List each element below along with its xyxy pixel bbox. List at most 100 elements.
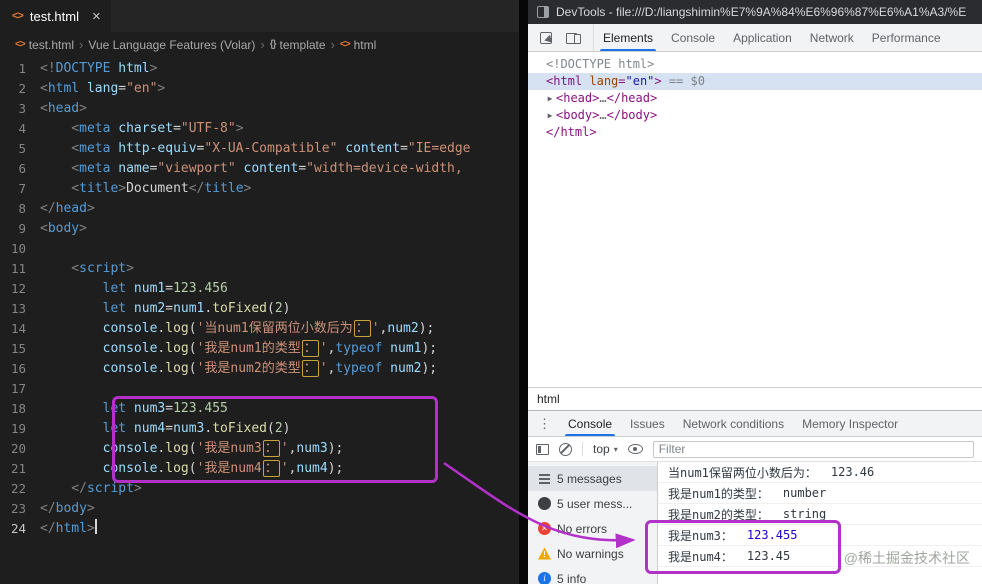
- line-number[interactable]: 20: [0, 439, 40, 459]
- code-line-11[interactable]: 11 <script>: [0, 259, 528, 279]
- inspect-element-icon[interactable]: [540, 31, 552, 44]
- javascript-context-select[interactable]: top ▾: [593, 442, 618, 456]
- element-row[interactable]: ▶ < body >… </body >: [528, 107, 982, 124]
- device-toolbar-icon[interactable]: [566, 32, 581, 44]
- devtools-title-bar[interactable]: DevTools - file:///D:/liangshimin%E7%9A%…: [528, 0, 982, 24]
- breadcrumb-item-test-html[interactable]: <> test.html: [15, 38, 74, 52]
- code-line-15[interactable]: 15 console.log('我是num1的类型： ',typeof num1)…: [0, 339, 528, 359]
- elements-tree: ▶<!DOCTYPE html>▶<html lang="en"> == $0▶…: [528, 56, 982, 141]
- console-filter-5-user-mess[interactable]: 5 user mess...: [528, 491, 657, 516]
- element-row[interactable]: ▶<html lang="en"> == $0: [528, 73, 982, 90]
- tab-issues[interactable]: Issues: [621, 411, 674, 436]
- tab-performance[interactable]: Performance: [863, 24, 950, 51]
- code-line-3[interactable]: 3 <head>: [0, 99, 528, 119]
- console-filter-no-warnings[interactable]: No warnings: [528, 541, 657, 566]
- code-line-4[interactable]: 4 <meta charset="UTF-8">: [0, 119, 528, 139]
- code-line-17[interactable]: 17: [0, 379, 528, 399]
- code-area[interactable]: 1 <!DOCTYPE html> 2 <html lang="en"> 3 <head>…: [0, 57, 528, 539]
- line-number[interactable]: 14: [0, 319, 40, 339]
- code-line-23[interactable]: 23 </body>: [0, 499, 528, 519]
- console-filter-5-messages[interactable]: 5 messages: [528, 466, 657, 491]
- line-number[interactable]: 5: [0, 139, 40, 159]
- line-number[interactable]: 18: [0, 399, 40, 419]
- line-number[interactable]: 7: [0, 179, 40, 199]
- tab-application[interactable]: Application: [724, 24, 801, 51]
- editor-tab-test-html[interactable]: <> test.html ×: [0, 0, 111, 32]
- console-body: 5 messages5 user mess...No errorsNo warn…: [528, 462, 982, 584]
- code-line-22[interactable]: 22 </script>: [0, 479, 528, 499]
- line-number[interactable]: 15: [0, 339, 40, 359]
- line-number[interactable]: 13: [0, 299, 40, 319]
- tab-elements[interactable]: Elements: [594, 24, 662, 51]
- tab-network[interactable]: Network: [801, 24, 863, 51]
- console-message[interactable]: 我是num1的类型： number: [658, 483, 982, 504]
- code-line-20[interactable]: 20 console.log('我是num3： ',num3);: [0, 439, 528, 459]
- line-number[interactable]: 23: [0, 499, 40, 519]
- code-line-18[interactable]: 18 let num3=123.455: [0, 399, 528, 419]
- line-number[interactable]: 19: [0, 419, 40, 439]
- line-number[interactable]: 22: [0, 479, 40, 499]
- more-options-icon[interactable]: ⋮: [528, 411, 559, 436]
- code-line-12[interactable]: 12 let num1=123.456: [0, 279, 528, 299]
- line-number[interactable]: 8: [0, 199, 40, 219]
- line-number[interactable]: 9: [0, 219, 40, 239]
- console-sidebar-toggle-icon[interactable]: [536, 443, 549, 455]
- chevron-down-icon: ▾: [613, 444, 618, 454]
- tab-memory-inspector[interactable]: Memory Inspector: [793, 411, 907, 436]
- line-number[interactable]: 2: [0, 79, 40, 99]
- code-line-1[interactable]: 1 <!DOCTYPE html>: [0, 59, 528, 79]
- code-line-16[interactable]: 16 console.log('我是num2的类型： ',typeof num2)…: [0, 359, 528, 379]
- code-line-21[interactable]: 21 console.log('我是num4： ',num4);: [0, 459, 528, 479]
- code-line-5[interactable]: 5 <meta http-equiv="X-UA-Compatible" con…: [0, 139, 528, 159]
- code-line-8[interactable]: 8 </head>: [0, 199, 528, 219]
- console-filter-no-errors[interactable]: No errors: [528, 516, 657, 541]
- console-message[interactable]: 我是num2的类型： string: [658, 504, 982, 525]
- code-line-6[interactable]: 6 <meta name="viewport" content="width=d…: [0, 159, 528, 179]
- clear-console-icon[interactable]: [559, 442, 572, 456]
- code-line-2[interactable]: 2 <html lang="en">: [0, 79, 528, 99]
- line-number[interactable]: 16: [0, 359, 40, 379]
- code-text: let num1=123.456: [102, 281, 228, 296]
- line-number[interactable]: 3: [0, 99, 40, 119]
- code-line-7[interactable]: 7 <title>Document</title>: [0, 179, 528, 199]
- breadcrumb-node-html[interactable]: html: [537, 392, 560, 406]
- line-number[interactable]: 1: [0, 59, 40, 79]
- expand-arrow-icon[interactable]: ▶: [544, 90, 556, 107]
- console-filter-5-info[interactable]: 5 info: [528, 566, 657, 584]
- close-tab-icon[interactable]: ×: [92, 9, 101, 24]
- element-row[interactable]: ▶<!DOCTYPE html>: [528, 56, 982, 73]
- code-line-14[interactable]: 14 console.log('当num1保留两位小数后为： ',num2);: [0, 319, 528, 339]
- line-number[interactable]: 21: [0, 459, 40, 479]
- line-number[interactable]: 4: [0, 119, 40, 139]
- code-line-24[interactable]: 24 </html>: [0, 519, 528, 539]
- html-tag-icon: <>: [339, 39, 351, 50]
- code-line-10[interactable]: 10: [0, 239, 528, 259]
- line-number[interactable]: 10: [0, 239, 40, 259]
- tab-network-conditions[interactable]: Network conditions: [674, 411, 793, 436]
- code-line-9[interactable]: 9 <body>: [0, 219, 528, 239]
- editor-breadcrumb: <> test.html › Vue Language Features (Volar…: [0, 32, 528, 57]
- html-file-icon: <>: [15, 39, 26, 50]
- breadcrumb-item-template[interactable]: {} template: [270, 38, 326, 52]
- tab-console[interactable]: Console: [662, 24, 724, 51]
- breadcrumb-item-vue-language-features-volar[interactable]: Vue Language Features (Volar): [88, 38, 255, 52]
- line-number[interactable]: 24: [0, 519, 40, 539]
- line-number[interactable]: 17: [0, 379, 40, 399]
- tab-console[interactable]: Console: [559, 411, 621, 436]
- breadcrumb-item-html[interactable]: <> html: [340, 38, 376, 52]
- line-number[interactable]: 12: [0, 279, 40, 299]
- code-line-13[interactable]: 13 let num2=num1.toFixed(2): [0, 299, 528, 319]
- window-gap: [519, 0, 528, 584]
- console-message[interactable]: 当num1保留两位小数后为： 123.46: [658, 462, 982, 483]
- breadcrumb-separator-icon: ›: [260, 37, 265, 52]
- line-number[interactable]: 6: [0, 159, 40, 179]
- console-filter-input[interactable]: [652, 440, 974, 458]
- devtools-toolbar-icons: [528, 24, 594, 51]
- expand-arrow-icon[interactable]: ▶: [544, 107, 556, 124]
- line-number[interactable]: 11: [0, 259, 40, 279]
- element-row[interactable]: ▶ < head >… </head >: [528, 90, 982, 107]
- live-expression-icon[interactable]: [627, 444, 643, 454]
- console-message[interactable]: 我是num3： 123.455: [658, 525, 982, 546]
- code-line-19[interactable]: 19 let num4=num3.toFixed(2): [0, 419, 528, 439]
- element-row[interactable]: ▶</html>: [528, 124, 982, 141]
